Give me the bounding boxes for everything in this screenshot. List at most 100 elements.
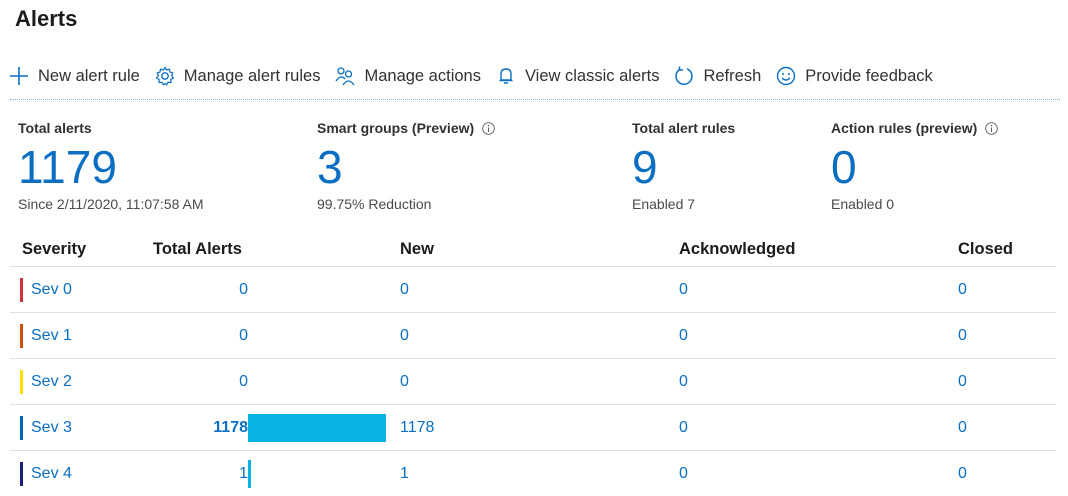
- closed-count-cell[interactable]: 0: [958, 405, 1056, 451]
- severity-table: Severity Total Alerts New Acknowledged C…: [10, 232, 1056, 496]
- severity-name[interactable]: Sev 3: [31, 419, 72, 437]
- people-icon: [334, 65, 356, 87]
- severity-cell[interactable]: Sev 3: [10, 405, 138, 451]
- severity-color-indicator: [20, 462, 23, 486]
- severity-cell[interactable]: Sev 1: [10, 313, 138, 359]
- acknowledged-count-cell[interactable]: 0: [679, 313, 958, 359]
- total-alerts-label: Total alerts: [18, 120, 204, 136]
- total-alerts-bar: [248, 460, 251, 488]
- manage-alert-rules-label: Manage alert rules: [184, 67, 321, 86]
- table-row[interactable]: Sev 2 0 0 0 0: [10, 359, 1056, 405]
- new-count-cell[interactable]: 0: [400, 313, 679, 359]
- acknowledged-count-cell[interactable]: 0: [679, 451, 958, 496]
- closed-count[interactable]: 0: [958, 327, 967, 344]
- acknowledged-count[interactable]: 0: [679, 281, 688, 298]
- provide-feedback-label: Provide feedback: [805, 67, 933, 86]
- severity-name[interactable]: Sev 4: [31, 465, 72, 483]
- plus-icon: [8, 65, 30, 87]
- total-alert-rules-label: Total alert rules: [632, 120, 735, 136]
- refresh-label: Refresh: [703, 67, 761, 86]
- acknowledged-count-cell[interactable]: 0: [679, 405, 958, 451]
- acknowledged-header: Acknowledged: [679, 232, 958, 267]
- total-alerts-count[interactable]: 0: [239, 373, 248, 391]
- table-row[interactable]: Sev 0 0 0 0 0: [10, 267, 1056, 313]
- total-alerts-count[interactable]: 1: [239, 465, 248, 483]
- info-icon[interactable]: [985, 122, 998, 135]
- severity-label[interactable]: Sev 3: [10, 416, 138, 440]
- total-alerts-since: Since 2/11/2020, 11:07:58 AM: [18, 196, 204, 212]
- total-alerts-cell[interactable]: 0: [138, 313, 400, 359]
- new-count[interactable]: 0: [400, 281, 409, 298]
- total-alerts-cell[interactable]: 0: [138, 359, 400, 405]
- info-icon[interactable]: [482, 122, 495, 135]
- total-alerts-cell[interactable]: 1: [138, 451, 400, 496]
- closed-count-cell[interactable]: 0: [958, 451, 1056, 496]
- total-alerts-value[interactable]: 1179: [18, 142, 204, 192]
- total-alert-rules-value[interactable]: 9: [632, 142, 735, 192]
- new-alert-rule-label: New alert rule: [38, 67, 140, 86]
- acknowledged-count[interactable]: 0: [679, 373, 688, 390]
- acknowledged-count[interactable]: 0: [679, 327, 688, 344]
- total-alerts-cell[interactable]: 0: [138, 267, 400, 313]
- new-count[interactable]: 1178: [400, 419, 434, 436]
- action-rules-label: Action rules (preview): [831, 120, 977, 136]
- table-header-row: Severity Total Alerts New Acknowledged C…: [10, 232, 1056, 267]
- severity-name[interactable]: Sev 2: [31, 373, 72, 391]
- severity-cell[interactable]: Sev 0: [10, 267, 138, 313]
- closed-count[interactable]: 0: [958, 465, 967, 482]
- table-row[interactable]: Sev 1 0 0 0 0: [10, 313, 1056, 359]
- acknowledged-count-cell[interactable]: 0: [679, 267, 958, 313]
- closed-count[interactable]: 0: [958, 281, 967, 298]
- severity-color-indicator: [20, 278, 23, 302]
- gear-icon: [154, 65, 176, 87]
- severity-label[interactable]: Sev 2: [10, 370, 138, 394]
- enabled-rules-count: Enabled 7: [632, 196, 735, 212]
- table-row[interactable]: Sev 4 1 1 0 0: [10, 451, 1056, 496]
- manage-alert-rules-button[interactable]: Manage alert rules: [146, 58, 327, 94]
- total-alerts-cell[interactable]: 1178: [138, 405, 400, 451]
- closed-count[interactable]: 0: [958, 373, 967, 390]
- new-count[interactable]: 1: [400, 465, 409, 482]
- action-rules-card: Action rules (preview) 0 Enabled 0: [831, 120, 998, 212]
- new-count-cell[interactable]: 0: [400, 267, 679, 313]
- total-alerts-count[interactable]: 0: [239, 327, 248, 345]
- refresh-icon: [673, 65, 695, 87]
- toolbar-divider: [10, 99, 1060, 100]
- enabled-action-rules-count: Enabled 0: [831, 196, 998, 212]
- closed-count-cell[interactable]: 0: [958, 313, 1056, 359]
- new-count-cell[interactable]: 0: [400, 359, 679, 405]
- refresh-button[interactable]: Refresh: [665, 58, 767, 94]
- closed-count-cell[interactable]: 0: [958, 359, 1056, 405]
- new-count-cell[interactable]: 1: [400, 451, 679, 496]
- provide-feedback-button[interactable]: Provide feedback: [767, 58, 939, 94]
- new-count[interactable]: 0: [400, 373, 409, 390]
- action-rules-value[interactable]: 0: [831, 142, 998, 192]
- new-alert-rule-button[interactable]: New alert rule: [0, 58, 146, 94]
- severity-name[interactable]: Sev 1: [31, 327, 72, 345]
- severity-name[interactable]: Sev 0: [31, 281, 72, 299]
- table-row[interactable]: Sev 3 1178 1178 0 0: [10, 405, 1056, 451]
- acknowledged-count[interactable]: 0: [679, 465, 688, 482]
- severity-cell[interactable]: Sev 4: [10, 451, 138, 496]
- command-bar: New alert rule Manage alert rules Manage…: [0, 56, 1068, 96]
- closed-count-cell[interactable]: 0: [958, 267, 1056, 313]
- view-classic-alerts-button[interactable]: View classic alerts: [487, 58, 666, 94]
- acknowledged-count[interactable]: 0: [679, 419, 688, 436]
- acknowledged-count-cell[interactable]: 0: [679, 359, 958, 405]
- manage-actions-label: Manage actions: [364, 67, 481, 86]
- severity-header: Severity: [10, 232, 138, 267]
- manage-actions-button[interactable]: Manage actions: [326, 58, 487, 94]
- severity-label[interactable]: Sev 4: [10, 462, 138, 486]
- new-count-cell[interactable]: 1178: [400, 405, 679, 451]
- closed-count[interactable]: 0: [958, 419, 967, 436]
- smart-groups-value[interactable]: 3: [317, 142, 495, 192]
- total-alerts-bar: [248, 414, 386, 442]
- new-header: New: [400, 232, 679, 267]
- total-alerts-count[interactable]: 1178: [213, 419, 248, 437]
- new-count[interactable]: 0: [400, 327, 409, 344]
- smart-groups-reduction: 99.75% Reduction: [317, 196, 495, 212]
- total-alerts-count[interactable]: 0: [239, 281, 248, 299]
- severity-label[interactable]: Sev 0: [10, 278, 138, 302]
- severity-cell[interactable]: Sev 2: [10, 359, 138, 405]
- severity-label[interactable]: Sev 1: [10, 324, 138, 348]
